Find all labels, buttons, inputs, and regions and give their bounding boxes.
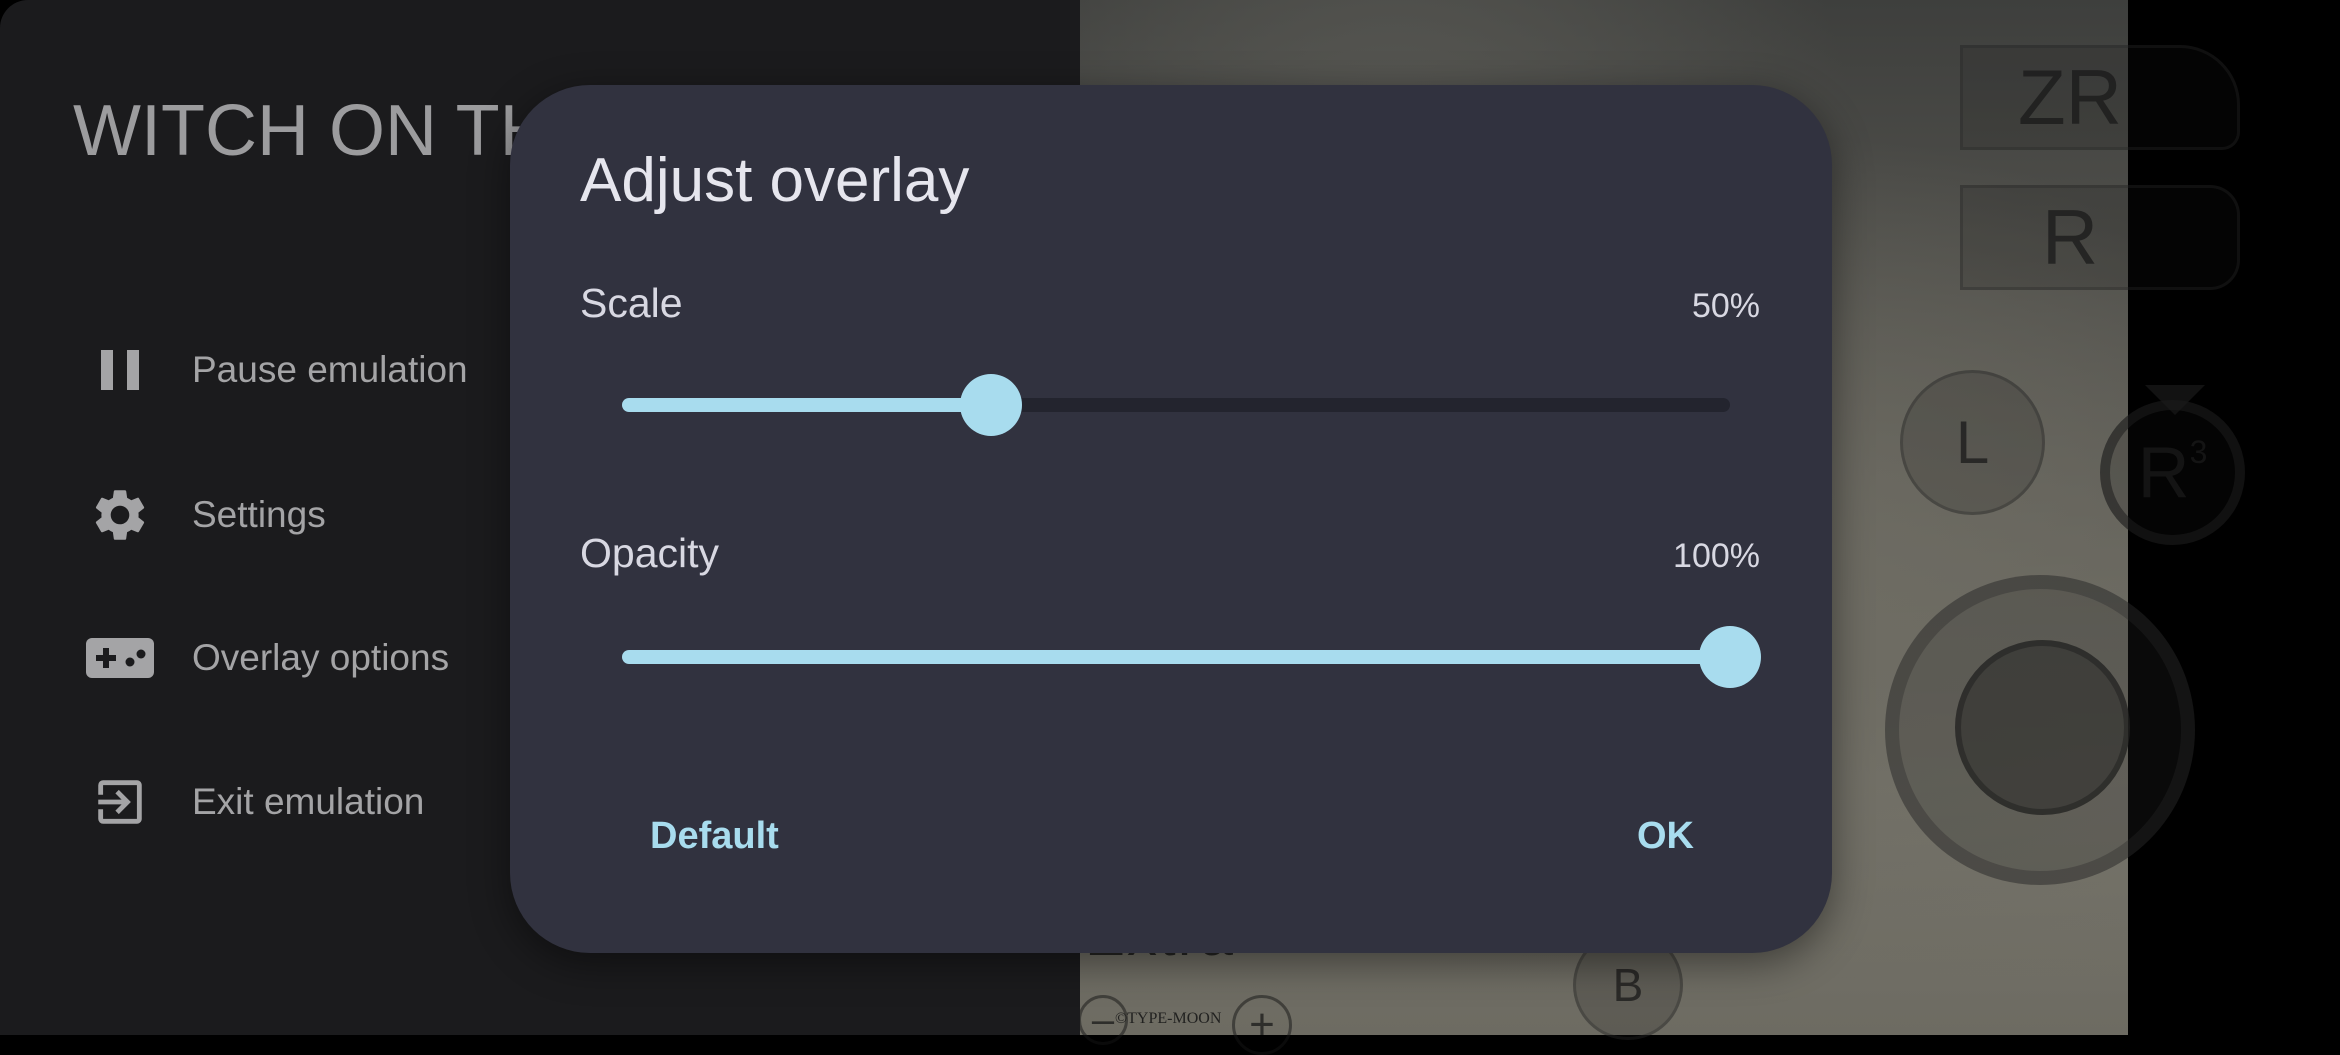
default-button[interactable]: Default — [632, 805, 797, 868]
opacity-slider-fill — [622, 650, 1730, 664]
zr-button-label: ZR — [2018, 53, 2122, 141]
menu-item-label: Settings — [192, 494, 326, 535]
pause-icon — [80, 330, 160, 410]
opacity-value: 100% — [1673, 537, 1760, 575]
r-button[interactable]: R — [1960, 185, 2240, 290]
l3-button-label: L — [1955, 409, 1990, 476]
opacity-slider-thumb[interactable] — [1699, 626, 1761, 688]
l3-button[interactable]: L — [1900, 370, 2045, 515]
gamepad-icon — [80, 618, 160, 698]
adjust-overlay-dialog: Adjust overlay Scale 50% Opacity 100% De… — [510, 85, 1832, 953]
opacity-slider[interactable] — [622, 626, 1761, 688]
menu-item-label: Exit emulation — [192, 781, 425, 822]
scale-slider-fill — [622, 398, 992, 412]
scale-value: 50% — [1691, 287, 1760, 325]
scale-slider-thumb[interactable] — [960, 374, 1023, 436]
opacity-label: Opacity — [580, 530, 719, 576]
plus-button[interactable]: + — [1232, 995, 1292, 1055]
b-button-label: B — [1612, 959, 1644, 1011]
exit-icon — [80, 762, 160, 842]
r3-button-sup: 3 — [2189, 434, 2208, 470]
r-button-label: R — [2041, 193, 2099, 281]
copyright-text: ©TYPE-MOON — [1115, 1010, 1222, 1027]
scale-slider[interactable] — [622, 374, 1730, 436]
scale-label: Scale — [580, 280, 683, 326]
menu-item-label: Overlay options — [192, 637, 450, 678]
zr-button[interactable]: ZR — [1960, 45, 2240, 150]
dialog-title: Adjust overlay — [580, 146, 970, 215]
plus-button-label: + — [1249, 1000, 1275, 1049]
minus-button-label: – — [1091, 997, 1115, 1042]
gear-icon — [80, 475, 160, 555]
r3-button-label: R — [2137, 432, 2190, 513]
menu-item-label: Pause emulation — [192, 349, 468, 390]
r3-button[interactable]: R3 — [2100, 400, 2245, 545]
right-stick-knob[interactable] — [1955, 640, 2130, 815]
ok-button[interactable]: OK — [1619, 805, 1712, 868]
